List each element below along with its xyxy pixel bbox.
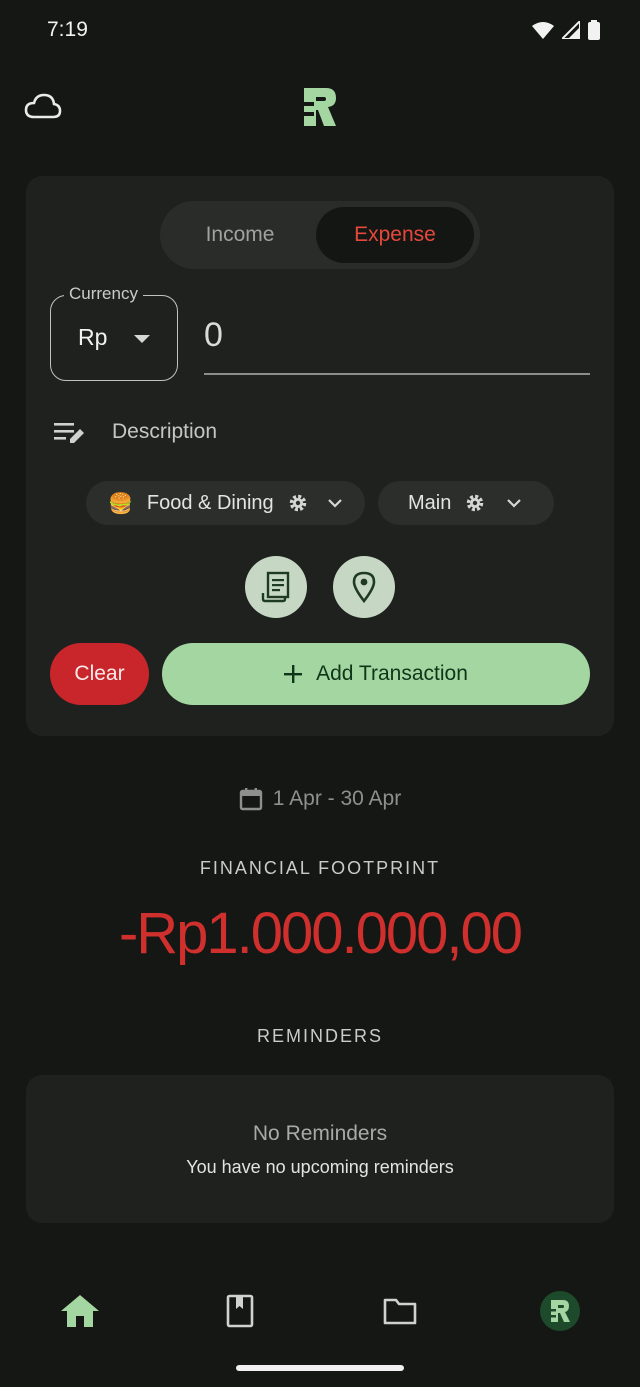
folder-icon (383, 1298, 417, 1325)
reminders-title: REMINDERS (256, 1026, 383, 1046)
battery-icon (588, 20, 600, 40)
footprint-title: FINANCIAL FOOTPRINT (199, 858, 441, 878)
reminders-card (26, 1075, 614, 1223)
currency-select[interactable] (50, 295, 178, 381)
date-range-label: 1 Apr - 30 Apr (272, 787, 402, 810)
wifi-icon (532, 22, 554, 39)
status-icons (532, 20, 600, 40)
location-pin-icon (352, 571, 376, 603)
category-emoji: 🍔 (108, 492, 133, 515)
currency-value: Rp (78, 324, 108, 350)
tab-expense[interactable]: Expense (316, 207, 474, 263)
clear-button[interactable]: Clear (50, 643, 149, 705)
add-transaction-label: Add Transaction (316, 662, 468, 685)
nav-folders[interactable] (379, 1290, 421, 1332)
caret-down-icon (134, 335, 150, 343)
add-transaction-button[interactable]: Add Transaction (162, 643, 590, 705)
home-icon (61, 1295, 99, 1327)
account-label: Main (408, 491, 452, 514)
plus-icon (284, 665, 303, 683)
gear-icon[interactable] (465, 493, 485, 513)
calendar-icon (239, 788, 262, 811)
chevron-down-icon (507, 498, 522, 508)
logo-icon (304, 88, 336, 126)
no-reminders-title: No Reminders (252, 1122, 388, 1145)
category-label: Food & Dining (146, 491, 274, 514)
home-indicator (236, 1365, 404, 1371)
currency-label: Currency (64, 284, 143, 304)
receipt-icon (261, 571, 290, 603)
amount-input[interactable]: 0 (204, 316, 223, 355)
amount-underline (204, 373, 590, 375)
app-logo (302, 86, 338, 133)
add-location-button[interactable] (333, 556, 395, 618)
nav-profile[interactable] (539, 1290, 581, 1332)
description-input[interactable]: Description (112, 420, 217, 444)
gear-icon[interactable] (288, 493, 308, 513)
signal-icon (562, 21, 580, 39)
nav-home[interactable] (59, 1290, 101, 1332)
logo-avatar-icon (540, 1291, 580, 1331)
no-reminders-subtitle: You have no upcoming reminders (186, 1157, 454, 1177)
category-chip[interactable]: 🍔 Food & Dining (86, 481, 365, 525)
nav-ledger[interactable] (219, 1290, 261, 1332)
tab-income[interactable]: Income (160, 201, 320, 269)
edit-notes-icon (54, 423, 84, 443)
cloud-sync-button[interactable] (24, 92, 62, 127)
account-chip[interactable]: Main (378, 481, 554, 525)
attach-receipt-button[interactable] (245, 556, 307, 618)
cloud-icon (24, 93, 62, 119)
date-range-selector[interactable]: 1 Apr - 30 Apr (0, 787, 640, 811)
chevron-down-icon (327, 498, 342, 508)
footprint-value: -Rp1.000.000,00 (118, 901, 523, 966)
status-time: 7:19 (47, 18, 88, 41)
book-icon (226, 1294, 254, 1328)
